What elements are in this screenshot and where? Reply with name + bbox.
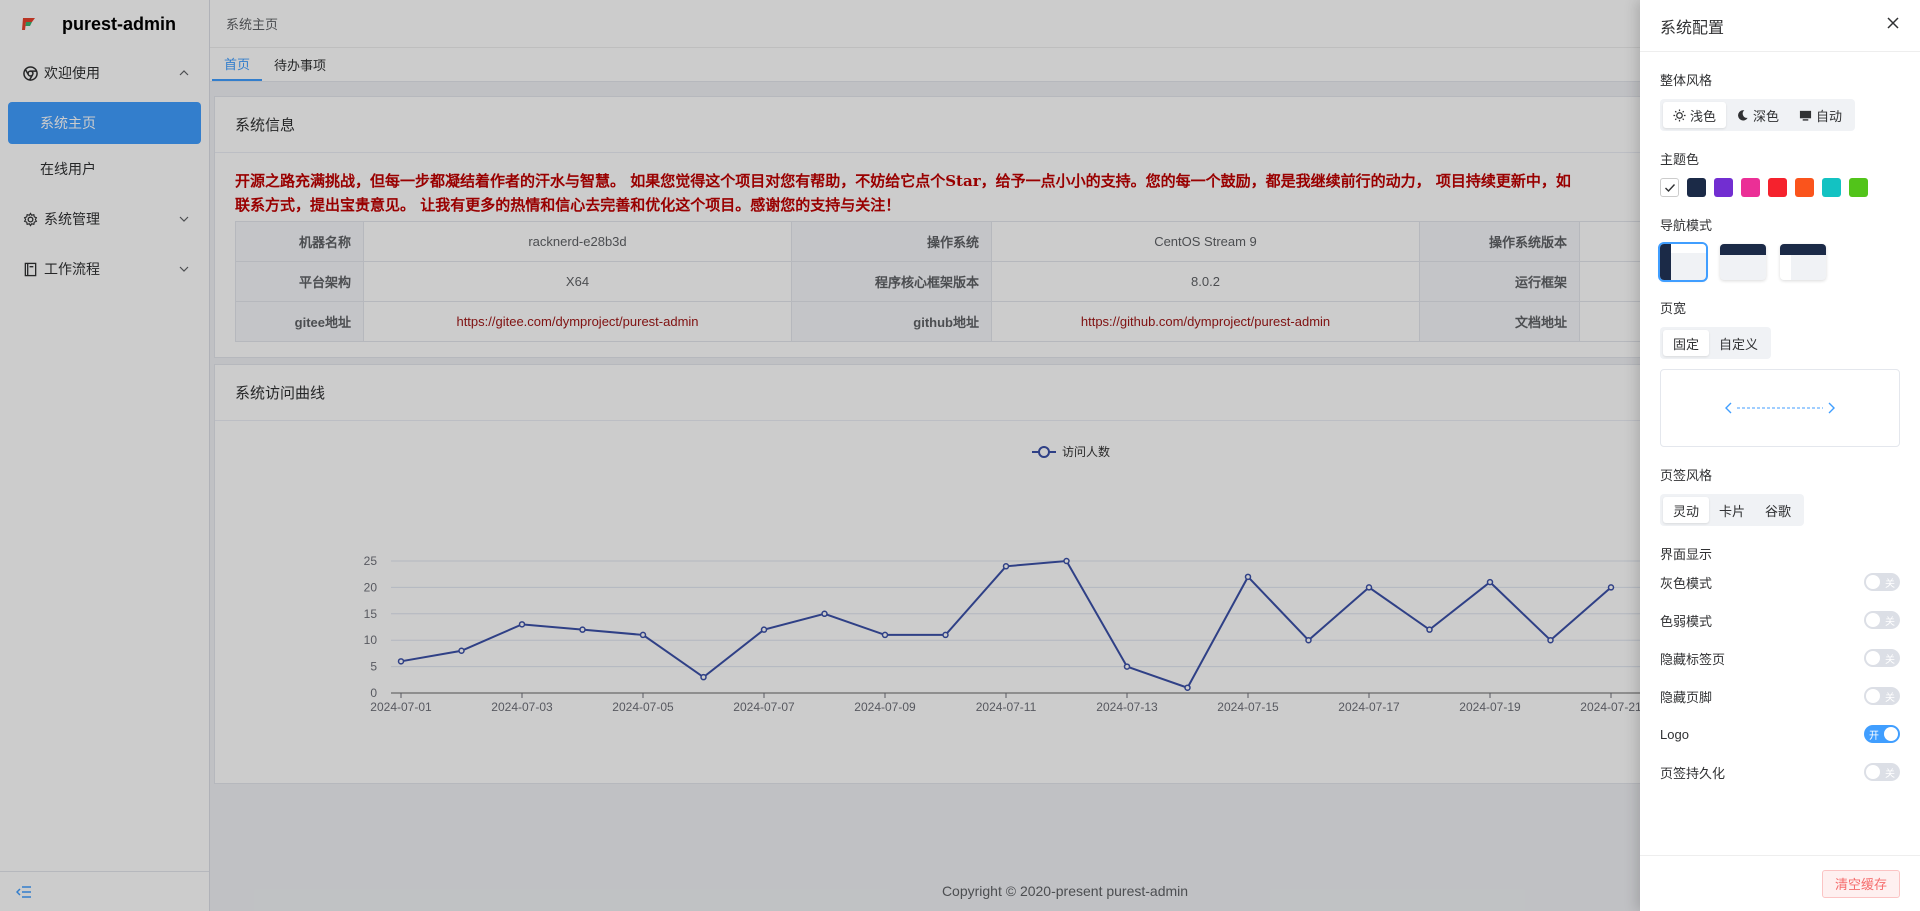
logo-switch[interactable]: 开 xyxy=(1864,725,1900,743)
section-title: 页签风格 xyxy=(1660,468,1713,483)
style-light-option[interactable]: 浅色 xyxy=(1663,102,1727,128)
overall-style-segmented: 浅色 深色 自动 xyxy=(1660,99,1856,131)
toggle-label: 灰色模式 xyxy=(1660,575,1713,591)
settings-drawer: 系统配置 整体风格 浅色 深色 自动 主题色 导航模式 页宽 固定 自定义 页签… xyxy=(1640,0,1920,911)
color-swatch[interactable] xyxy=(1741,178,1760,197)
section-title: 界面显示 xyxy=(1660,547,1713,562)
toggle-row-grey: 灰色模式 关 xyxy=(1660,563,1900,601)
option-label: 深色 xyxy=(1753,108,1780,124)
toggle-label: 色弱模式 xyxy=(1660,613,1713,629)
section-title: 导航模式 xyxy=(1660,218,1713,233)
toggle-label: Logo xyxy=(1660,726,1689,742)
option-label: 浅色 xyxy=(1690,108,1717,124)
width-custom-option[interactable]: 自定义 xyxy=(1709,330,1768,356)
color-swatch-selected[interactable] xyxy=(1660,178,1679,197)
color-swatch[interactable] xyxy=(1768,178,1787,197)
color-swatch[interactable] xyxy=(1687,178,1706,197)
settings-header: 系统配置 xyxy=(1640,0,1920,52)
nav-mode-horizontal[interactable] xyxy=(1720,244,1766,280)
nav-mode-mixed[interactable] xyxy=(1780,244,1826,280)
switch-state: 关 xyxy=(1885,693,1895,704)
color-swatch[interactable] xyxy=(1714,178,1733,197)
monitor-icon xyxy=(1799,109,1812,122)
grey-mode-switch[interactable]: 关 xyxy=(1864,573,1900,591)
color-swatch[interactable] xyxy=(1849,178,1868,197)
section-title: 主题色 xyxy=(1660,152,1700,167)
toggle-label: 页签持久化 xyxy=(1660,765,1726,781)
toggle-row-weak: 色弱模式 关 xyxy=(1660,601,1900,639)
nav-mode-options xyxy=(1658,242,1900,282)
settings-title: 系统配置 xyxy=(1660,19,1725,37)
persist-tabs-switch[interactable]: 关 xyxy=(1864,763,1900,781)
sun-icon xyxy=(1673,108,1686,122)
tab-style-smart-option[interactable]: 灵动 xyxy=(1663,497,1710,523)
toggle-row-hide-tabs: 隐藏标签页 关 xyxy=(1660,639,1900,677)
tab-style-card-option[interactable]: 卡片 xyxy=(1709,497,1755,523)
tab-style-chrome-option[interactable]: 谷歌 xyxy=(1755,497,1801,523)
check-icon xyxy=(1664,183,1675,192)
color-weak-switch[interactable]: 关 xyxy=(1864,611,1900,629)
toggle-label: 隐藏标签页 xyxy=(1660,651,1726,667)
color-swatch[interactable] xyxy=(1822,178,1841,197)
toggle-label: 隐藏页脚 xyxy=(1660,689,1713,705)
color-swatch[interactable] xyxy=(1795,178,1814,197)
clear-cache-button[interactable]: 清空缓存 xyxy=(1821,869,1900,898)
moon-icon xyxy=(1736,109,1749,122)
style-auto-option[interactable]: 自动 xyxy=(1789,102,1852,128)
hide-footer-switch[interactable]: 关 xyxy=(1864,687,1900,705)
toggle-row-persist-tabs: 页签持久化 关 xyxy=(1660,753,1900,791)
close-icon[interactable] xyxy=(1886,16,1900,35)
hide-tabs-switch[interactable]: 关 xyxy=(1864,649,1900,667)
modal-overlay[interactable] xyxy=(0,0,1640,911)
width-preview xyxy=(1660,369,1900,447)
section-title: 整体风格 xyxy=(1660,73,1713,88)
switch-state: 关 xyxy=(1885,655,1895,666)
switch-state: 关 xyxy=(1885,617,1895,628)
toggle-row-logo: Logo 开 xyxy=(1660,715,1900,753)
page-width-segmented: 固定 自定义 xyxy=(1660,327,1772,359)
switch-state: 开 xyxy=(1869,731,1879,742)
style-dark-option[interactable]: 深色 xyxy=(1726,102,1789,128)
settings-footer: 清空缓存 xyxy=(1640,855,1920,911)
nav-mode-vertical[interactable] xyxy=(1658,242,1708,282)
switch-state: 关 xyxy=(1885,769,1895,780)
display-toggles: 灰色模式 关 色弱模式 关 隐藏标签页 关 隐藏页脚 关 Logo 开 页签持久… xyxy=(1660,563,1900,791)
tab-style-segmented: 灵动 卡片 谷歌 xyxy=(1660,494,1805,526)
width-fixed-option[interactable]: 固定 xyxy=(1663,330,1710,356)
section-title: 页宽 xyxy=(1660,301,1687,316)
toggle-row-hide-footer: 隐藏页脚 关 xyxy=(1660,677,1900,715)
option-label: 自动 xyxy=(1816,108,1843,124)
theme-color-swatches xyxy=(1660,178,1900,197)
width-arrows-icon xyxy=(1725,402,1835,414)
switch-state: 关 xyxy=(1885,579,1895,590)
